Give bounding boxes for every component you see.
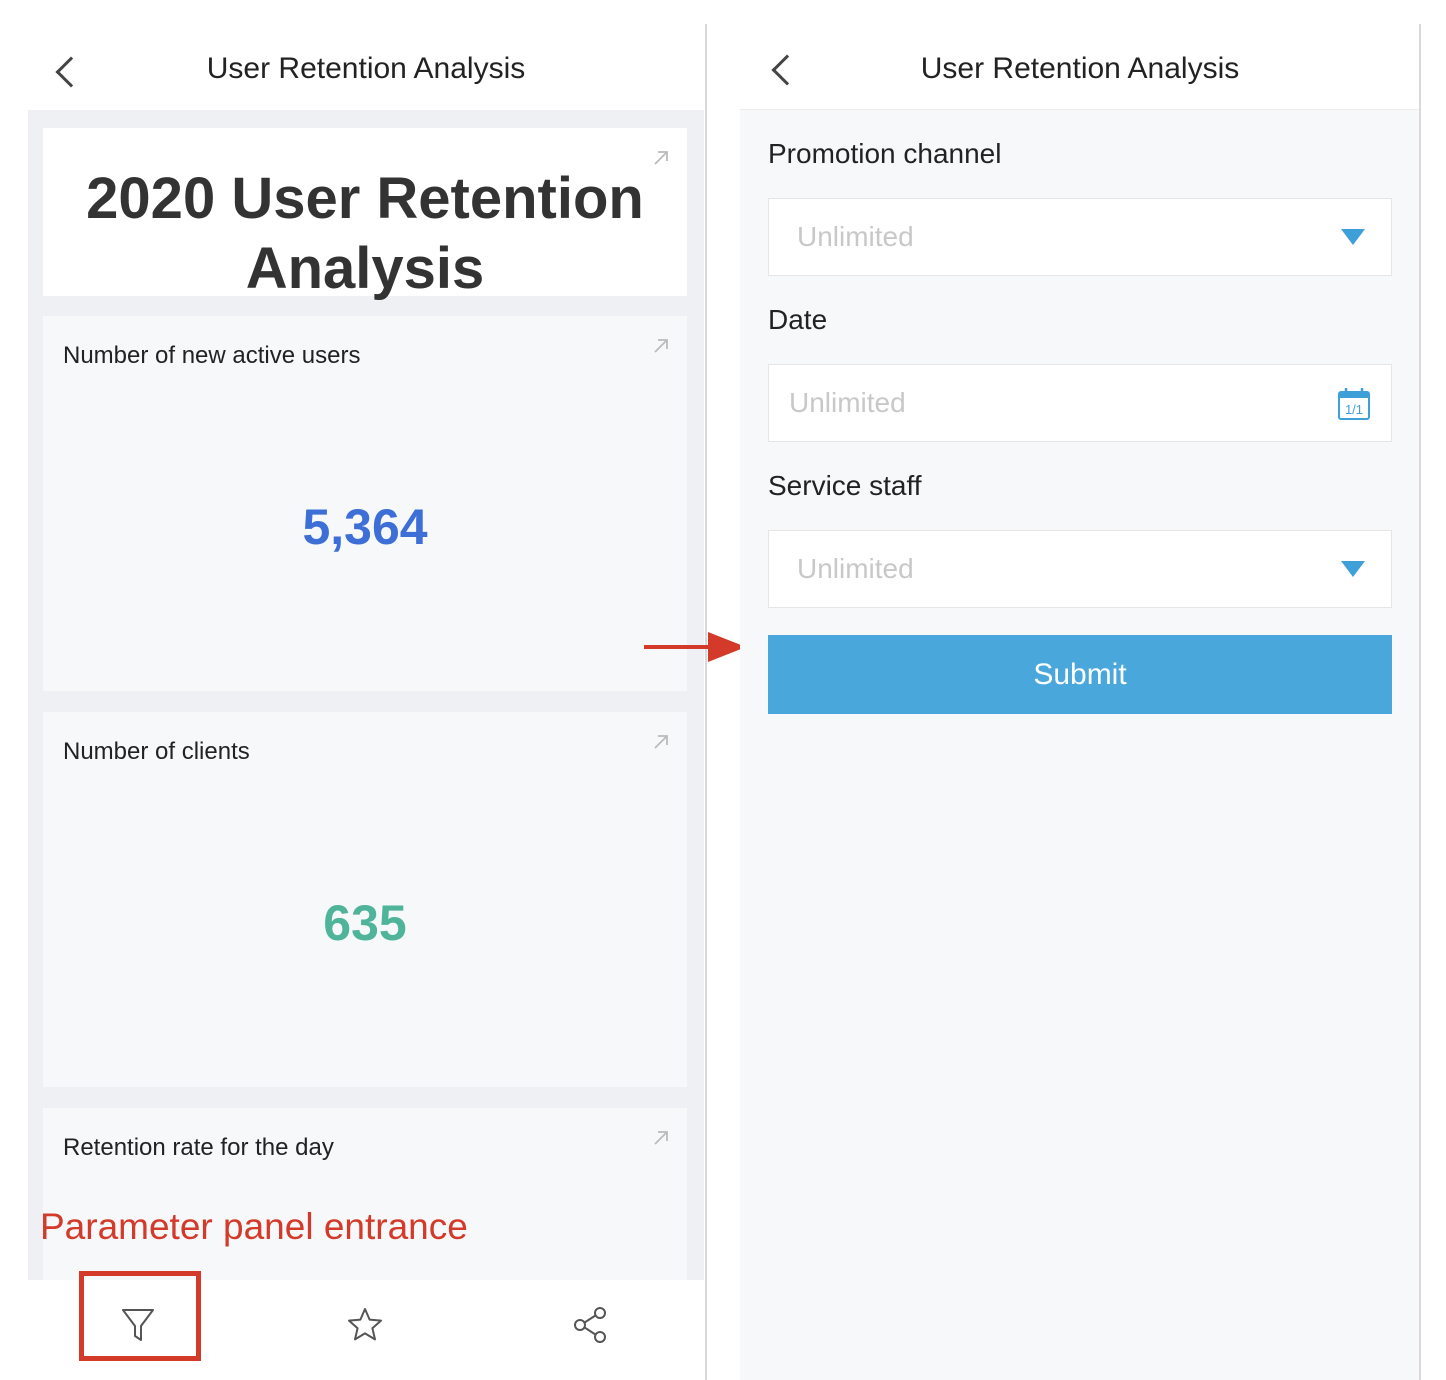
kpi-card-clients[interactable]: Number of clients 635 [43, 712, 687, 1087]
expand-icon[interactable] [651, 732, 671, 752]
title-card: 2020 User Retention Analysis [43, 128, 687, 301]
dropdown-caret-icon [1341, 561, 1365, 577]
annotation-highlight-box [79, 1271, 201, 1361]
calendar-icon: 1/1 [1338, 388, 1370, 420]
annotation-label: Parameter panel entrance [40, 1206, 468, 1247]
date-picker[interactable]: Unlimited 1/1 [768, 364, 1392, 442]
parameter-panel-screen: User Retention Analysis Promotion channe… [740, 24, 1420, 1380]
kpi-card-new-active-users[interactable]: Number of new active users 5,364 [43, 316, 687, 691]
arrow-icon [644, 632, 746, 662]
svg-text:1/1: 1/1 [1345, 402, 1363, 417]
report-screen: User Retention Analysis 2020 User Retent… [28, 24, 704, 1380]
date-placeholder: Unlimited [789, 387, 906, 418]
share-button[interactable] [561, 1300, 621, 1350]
screen-edge [1419, 24, 1421, 1380]
report-title: 2020 User Retention Analysis [86, 166, 644, 301]
card-label: Number of new active users [63, 342, 361, 369]
submit-button[interactable]: Submit [768, 635, 1392, 714]
service-staff-label: Service staff [768, 470, 922, 501]
share-icon [574, 1307, 606, 1343]
kpi-card-retention-rate[interactable]: Retention rate for the day [43, 1108, 687, 1280]
promotion-channel-select[interactable]: Unlimited [768, 198, 1392, 276]
favorite-button[interactable] [335, 1300, 395, 1350]
star-icon [348, 1308, 382, 1341]
select-placeholder: Unlimited [797, 553, 914, 584]
dropdown-caret-icon [1341, 229, 1365, 245]
stage: User Retention Analysis 2020 User Retent… [0, 0, 1446, 1380]
select-placeholder: Unlimited [797, 221, 914, 252]
nav-bar: User Retention Analysis [28, 24, 704, 110]
report-content[interactable]: 2020 User Retention Analysis Number of n… [28, 110, 704, 1280]
expand-icon[interactable] [651, 1128, 671, 1148]
expand-icon[interactable] [651, 148, 671, 168]
kpi-value: 5,364 [302, 499, 428, 555]
nav-bar: User Retention Analysis [740, 24, 1420, 110]
date-label: Date [768, 304, 828, 335]
nav-title: User Retention Analysis [920, 52, 1240, 85]
screen-divider [705, 24, 707, 1380]
card-label: Number of clients [63, 738, 250, 765]
kpi-value: 635 [323, 895, 407, 951]
expand-icon[interactable] [651, 336, 671, 356]
nav-title: User Retention Analysis [206, 52, 526, 85]
card-label: Retention rate for the day [63, 1134, 334, 1161]
promotion-channel-label: Promotion channel [768, 138, 1002, 169]
service-staff-select[interactable]: Unlimited [768, 530, 1392, 608]
